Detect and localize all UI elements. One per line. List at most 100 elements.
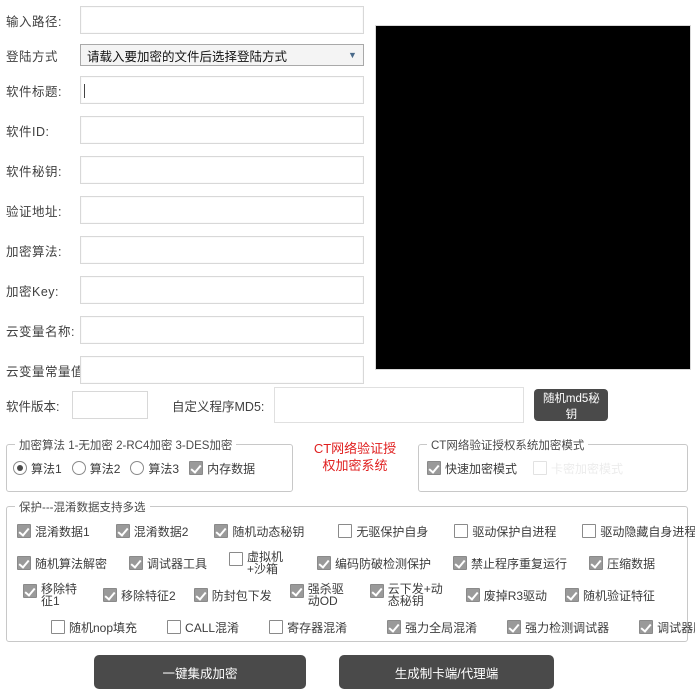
checkbox-icon[interactable]: [639, 620, 654, 634]
checkbox-icon[interactable]: [189, 461, 204, 475]
software-title-input[interactable]: [80, 76, 364, 104]
checkbox-option-register-obfuscate[interactable]: 寄存器混淆: [269, 619, 347, 636]
checkbox-label: 混淆数据1: [35, 524, 90, 539]
checkbox-option-driver-hide-process[interactable]: 驱动隐藏自身进程: [582, 523, 695, 540]
protection-row-3: 移除特征1 移除特征2 防封包下发 强杀驱动OD 云下发+动态秘钥 废掉R3驱动: [17, 579, 681, 611]
checkbox-label: 编码防破检测保护: [335, 556, 432, 571]
checkbox-option-debugger-unhook[interactable]: 调试器脱钩: [639, 619, 695, 636]
checkbox-option-anti-ban-packet[interactable]: 防封包下发: [193, 587, 272, 604]
checkbox-icon[interactable]: [453, 556, 468, 570]
software-id-input[interactable]: [80, 116, 364, 144]
software-version-input[interactable]: [72, 391, 148, 419]
one-click-integrate-button[interactable]: 一键集成加密: [94, 655, 306, 689]
login-mode-select[interactable]: 请载入要加密的文件后选择登陆方式 ▼: [80, 44, 364, 66]
radio-option-algo1[interactable]: 算法1: [13, 460, 62, 477]
encrypt-algorithm-input[interactable]: [80, 236, 364, 264]
checkbox-option-driver-protect-process[interactable]: 驱动保护自进程: [454, 523, 556, 540]
cloud-var-name-input[interactable]: [80, 316, 364, 344]
radio-icon[interactable]: [130, 461, 145, 475]
custom-md5-input[interactable]: [274, 387, 525, 423]
radio-icon[interactable]: [13, 461, 27, 475]
checkbox-icon[interactable]: [17, 524, 31, 538]
checkbox-icon[interactable]: [51, 620, 65, 634]
checkbox-icon[interactable]: [214, 524, 229, 538]
checkbox-label: 虚拟机+沙箱: [247, 550, 284, 576]
checkbox-option-obfuscate-1[interactable]: 混淆数据1: [17, 523, 90, 540]
cloud-var-const-input[interactable]: [80, 356, 364, 384]
checkbox-label: 随机算法解密: [35, 556, 108, 571]
checkbox-icon[interactable]: [115, 524, 130, 538]
checkbox-icon[interactable]: [565, 588, 580, 602]
checkbox-icon[interactable]: [269, 620, 284, 634]
label-software-version: 软件版本:: [6, 399, 60, 414]
checkbox-option-remove-feature-2[interactable]: 移除特征2: [103, 587, 176, 604]
verify-url-input[interactable]: [80, 196, 364, 224]
checkbox-icon[interactable]: [387, 620, 402, 634]
encrypt-key-input[interactable]: [80, 276, 364, 304]
checkbox-icon[interactable]: [507, 620, 522, 634]
field-row-software-id: 软件ID:: [0, 110, 372, 150]
checkbox-icon[interactable]: [427, 461, 441, 475]
checkbox-option-disable-r3-driver[interactable]: 废掉R3驱动: [465, 587, 547, 604]
checkbox-icon[interactable]: [229, 552, 244, 566]
ct-mode-groupbox: CT网络验证授权系统加密模式 快速加密模式 卡密加密模式: [418, 437, 688, 492]
checkbox-option-random-algo-decrypt[interactable]: 随机算法解密: [17, 555, 107, 572]
checkbox-option-strong-debugger-detect[interactable]: 强力检测调试器: [507, 619, 609, 636]
search-input-path[interactable]: [80, 6, 364, 34]
app-window: 输入路径: 登陆方式 请载入要加密的文件后选择登陆方式 ▼ 软件标题: 软件ID…: [0, 0, 695, 697]
label-login-mode: 登陆方式: [6, 49, 59, 64]
brand-title: CT网络验证授 权加密系统: [300, 440, 410, 474]
checkbox-label: 移除特征1: [41, 582, 78, 608]
checkbox-option-driverless-self-protect[interactable]: 无驱保护自身: [338, 523, 428, 540]
checkbox-option-anticrack-detect-protect[interactable]: 编码防破检测保护: [317, 555, 431, 572]
radio-option-algo3[interactable]: 算法3: [130, 460, 179, 477]
checkbox-option-fast-encrypt-mode[interactable]: 快速加密模式: [427, 460, 517, 477]
checkbox-option-memory-data[interactable]: 内存数据: [189, 460, 255, 477]
random-md5-button[interactable]: 随机md5秘钥: [534, 389, 609, 421]
checkbox-option-random-nop-fill[interactable]: 随机nop填充: [51, 619, 137, 636]
protection-row-1: 混淆数据1 混淆数据2 随机动态秘钥 无驱保护自身 驱动保护自进程 驱动隐藏自身…: [17, 515, 695, 547]
checkbox-icon[interactable]: [454, 524, 469, 538]
checkbox-icon[interactable]: [17, 556, 31, 570]
checkbox-icon[interactable]: [369, 584, 384, 598]
algorithm-groupbox: 加密算法 1-无加密 2-RC4加密 3-DES加密 算法1 算法2 算法3 内…: [6, 437, 293, 492]
version-row: 软件版本: 自定义程序MD5: 随机md5秘钥: [0, 385, 695, 425]
label-software-title: 软件标题:: [6, 84, 62, 99]
checkbox-option-cloud-dynamic-key[interactable]: 云下发+动态秘钥: [369, 583, 444, 607]
field-row-encrypt-key: 加密Key:: [0, 270, 372, 310]
field-row-cloud-var-const: 云变量常量值: [0, 350, 372, 390]
checkbox-icon[interactable]: [317, 556, 332, 570]
checkbox-icon[interactable]: [103, 588, 117, 602]
field-row-cloud-var-name: 云变量名称:: [0, 310, 372, 350]
checkbox-icon[interactable]: [193, 588, 208, 602]
brand-line-1: CT网络验证授: [313, 441, 397, 456]
radio-icon[interactable]: [71, 461, 86, 475]
checkbox-icon[interactable]: [338, 524, 353, 538]
checkbox-option-strong-global-obfuscate[interactable]: 强力全局混淆: [387, 619, 477, 636]
checkbox-icon[interactable]: [23, 584, 37, 598]
label-verify-url: 验证地址:: [6, 204, 62, 219]
checkbox-icon[interactable]: [465, 588, 480, 602]
checkbox-option-obfuscate-2[interactable]: 混淆数据2: [115, 523, 188, 540]
checkbox-icon[interactable]: [129, 556, 144, 570]
software-key-input[interactable]: [80, 156, 364, 184]
checkbox-icon[interactable]: [589, 556, 604, 570]
checkbox-option-debugger-tools[interactable]: 调试器工具: [129, 555, 207, 572]
generate-card-agent-button[interactable]: 生成制卡端/代理端: [339, 655, 554, 689]
checkbox-option-vm-sandbox[interactable]: 虚拟机+沙箱: [229, 551, 291, 575]
checkbox-option-random-dynamic-key[interactable]: 随机动态秘钥: [214, 523, 304, 540]
checkbox-icon[interactable]: [167, 620, 182, 634]
checkbox-option-call-obfuscate[interactable]: CALL混淆: [167, 619, 239, 636]
checkbox-option-random-verify-feature[interactable]: 随机验证特征: [565, 587, 655, 604]
checkbox-option-compress-data[interactable]: 压缩数据: [589, 555, 655, 572]
checkbox-option-kill-driver-od[interactable]: 强杀驱动OD: [289, 583, 352, 607]
radio-option-algo2[interactable]: 算法2: [71, 460, 121, 477]
checkbox-option-prevent-duplicate-run[interactable]: 禁止程序重复运行: [453, 555, 567, 572]
checkbox-icon[interactable]: [289, 584, 304, 598]
checkbox-option-remove-feature-1[interactable]: 移除特征1: [23, 583, 85, 607]
field-row-software-title: 软件标题:: [0, 70, 372, 110]
label-software-key: 软件秘钥:: [6, 164, 62, 179]
checkbox-icon[interactable]: [582, 524, 597, 538]
login-mode-selected-value: 请载入要加密的文件后选择登陆方式: [87, 49, 288, 64]
radio-label-algo2: 算法2: [89, 461, 121, 476]
